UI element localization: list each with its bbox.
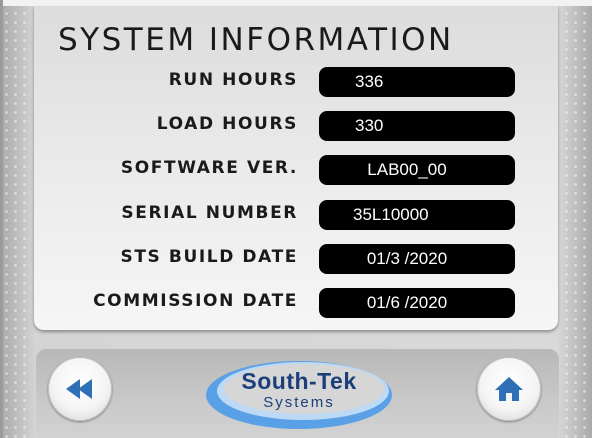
info-row-run-hours: RUN HOURS 336 <box>40 66 560 98</box>
serial-number-value: 35L10000 <box>319 200 515 230</box>
logo-main-text: South-Tek <box>241 368 357 394</box>
run-hours-label: RUN HOURS <box>168 70 298 90</box>
company-logo: South-Tek Systems <box>204 358 394 430</box>
left-dot-texture <box>2 0 30 438</box>
info-row-commission-date: COMMISSION DATE 01/6 /2020 <box>40 287 560 319</box>
rewind-icon <box>66 379 92 399</box>
right-dot-texture <box>562 0 590 438</box>
home-icon <box>495 377 523 401</box>
info-row-sts-build-date: STS BUILD DATE 01/3 /2020 <box>40 243 560 275</box>
home-button[interactable] <box>477 357 541 421</box>
software-version-label: SOFTWARE VER. <box>120 158 298 178</box>
info-row-software-version: SOFTWARE VER. LAB00_00 <box>40 154 560 186</box>
info-row-serial-number: SERIAL NUMBER 35L10000 <box>40 199 560 231</box>
logo-sub-text: Systems <box>263 394 335 411</box>
sts-build-date-value: 01/3 /2020 <box>319 244 515 274</box>
commission-date-label: COMMISSION DATE <box>93 291 298 311</box>
page-title: SYSTEM INFORMATION <box>58 22 454 58</box>
left-edge <box>0 0 3 438</box>
back-button[interactable] <box>48 357 112 421</box>
load-hours-label: LOAD HOURS <box>156 114 298 134</box>
sts-build-date-label: STS BUILD DATE <box>120 247 298 267</box>
info-row-load-hours: LOAD HOURS 330 <box>40 110 560 142</box>
software-version-value: LAB00_00 <box>319 155 515 185</box>
load-hours-value: 330 <box>319 111 515 141</box>
commission-date-value: 01/6 /2020 <box>319 288 515 318</box>
run-hours-value: 336 <box>319 67 515 97</box>
serial-number-label: SERIAL NUMBER <box>121 203 298 223</box>
